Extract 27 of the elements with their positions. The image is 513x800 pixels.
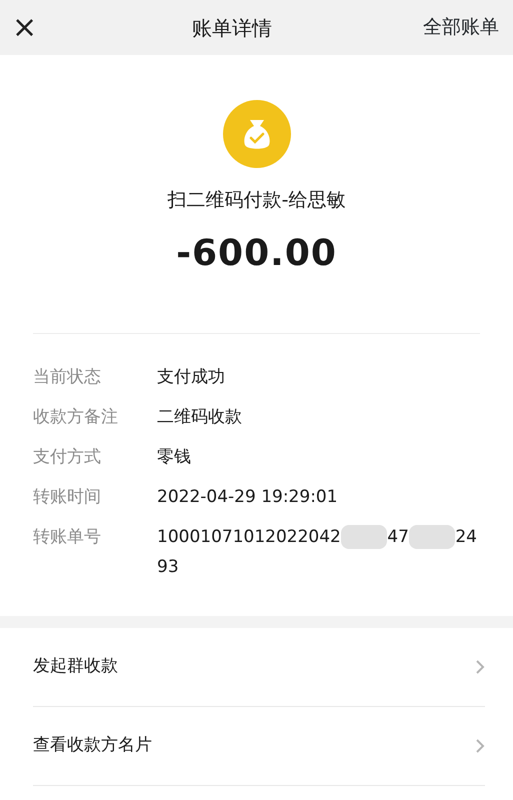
field-value: 2022-04-29 19:29:01 <box>157 486 338 506</box>
field-value: 24 <box>455 526 477 548</box>
all-bills-link[interactable]: 全部账单 <box>422 13 499 42</box>
amount: -600.00 <box>176 232 337 276</box>
page-title: 账单详情 <box>192 14 272 42</box>
field-label: 转账时间 <box>32 486 102 508</box>
field-label: 当前状态 <box>32 366 102 388</box>
blur-patch <box>408 524 456 548</box>
field-label: 收款方备注 <box>32 406 119 428</box>
blur-patch <box>340 524 388 548</box>
menu-row[interactable]: 查看收款方名片 <box>33 706 485 786</box>
field-value: 47 <box>387 526 409 548</box>
field-value: 10001071012022042 <box>157 526 341 548</box>
close-button[interactable]: × <box>8 12 42 42</box>
menu-row[interactable]: 发起群收款 <box>33 628 485 706</box>
chevron-icon <box>475 738 485 754</box>
field-value: 93 <box>157 556 179 576</box>
field-label: 转账单号 <box>32 526 102 548</box>
payment-title: 扫二维码付款-给思敏 <box>168 188 346 213</box>
money-bag-icon <box>222 100 290 168</box>
field-value: 二维码收款 <box>157 406 242 426</box>
menu-label: 查看收款方名片 <box>33 734 152 757</box>
field-value: 支付成功 <box>157 366 225 386</box>
field-label: 支付方式 <box>32 446 102 468</box>
chevron-icon <box>475 658 485 674</box>
menu-label: 发起群收款 <box>33 654 118 678</box>
field-value: 零钱 <box>157 446 191 466</box>
